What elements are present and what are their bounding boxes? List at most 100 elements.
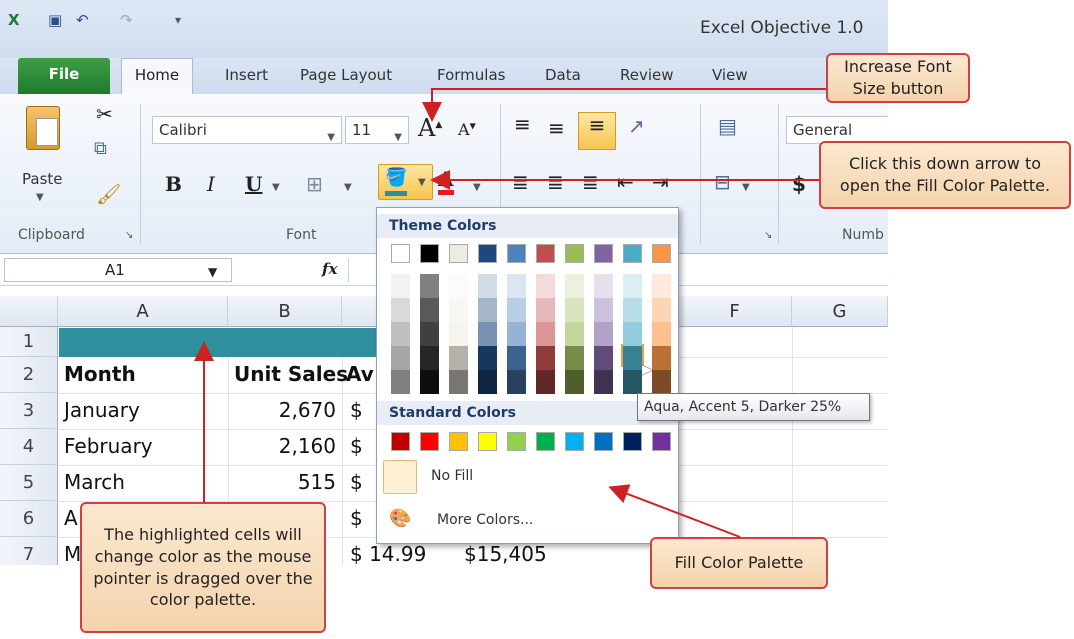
theme-shade-swatch[interactable]: [478, 346, 497, 370]
theme-shade-swatch[interactable]: [652, 322, 671, 346]
cell-c7[interactable]: $ 14.99: [350, 542, 426, 565]
font-color-icon[interactable]: A: [438, 168, 454, 195]
cell-c3[interactable]: $: [350, 398, 363, 422]
theme-shade-swatch[interactable]: [623, 274, 642, 298]
align-middle-icon[interactable]: ≡: [548, 116, 565, 140]
align-bottom-button[interactable]: ≡: [578, 112, 616, 150]
bold-button[interactable]: B: [165, 172, 182, 196]
theme-swatch[interactable]: [507, 244, 526, 263]
theme-swatch[interactable]: [536, 244, 555, 263]
theme-shade-swatch[interactable]: [507, 274, 526, 298]
cut-icon[interactable]: ✂: [96, 102, 113, 126]
column-header-f[interactable]: F: [678, 296, 792, 327]
copy-icon[interactable]: ⧉: [94, 138, 107, 159]
theme-shade-swatch[interactable]: [478, 274, 497, 298]
align-right-icon[interactable]: ≣: [582, 170, 599, 194]
cell-a5[interactable]: March: [64, 470, 125, 494]
insert-function-icon[interactable]: fx: [322, 260, 337, 278]
theme-shade-swatch[interactable]: [478, 322, 497, 346]
theme-shade-swatch[interactable]: [565, 322, 584, 346]
align-top-icon[interactable]: ≡: [514, 112, 531, 136]
tab-review[interactable]: Review: [620, 66, 674, 84]
paste-dropdown-icon[interactable]: ▼: [36, 192, 44, 203]
cell-b3[interactable]: 2,670: [228, 398, 336, 422]
tab-view[interactable]: View: [712, 66, 748, 84]
theme-shade-swatch[interactable]: [536, 346, 555, 370]
theme-shade-swatch[interactable]: [623, 370, 642, 394]
theme-swatch[interactable]: [565, 244, 584, 263]
theme-shade-swatch[interactable]: [391, 322, 410, 346]
more-colors-option[interactable]: 🎨 More Colors...: [383, 506, 673, 536]
standard-swatch[interactable]: [420, 432, 439, 451]
orientation-icon[interactable]: ↗: [628, 114, 645, 138]
theme-shade-swatch[interactable]: [623, 322, 642, 346]
theme-shade-swatch[interactable]: [594, 298, 613, 322]
theme-shade-swatch[interactable]: [391, 370, 410, 394]
theme-shade-swatch[interactable]: [536, 370, 555, 394]
tab-page-layout[interactable]: Page Layout: [300, 66, 392, 84]
cell-b5[interactable]: 515: [228, 470, 336, 494]
name-box[interactable]: A1: [4, 258, 232, 282]
cell-c4[interactable]: $: [350, 434, 363, 458]
row-header-7[interactable]: 7: [0, 537, 58, 565]
cell-a2[interactable]: Month: [64, 362, 136, 386]
theme-shade-swatch[interactable]: [623, 346, 642, 370]
theme-shade-swatch[interactable]: [652, 298, 671, 322]
currency-button[interactable]: $: [792, 172, 806, 196]
increase-font-size-icon[interactable]: A▲: [418, 114, 442, 142]
theme-shade-swatch[interactable]: [420, 274, 439, 298]
theme-shade-swatch[interactable]: [594, 370, 613, 394]
theme-swatch[interactable]: [652, 244, 671, 263]
row-header-4[interactable]: 4: [0, 429, 58, 465]
theme-shade-swatch[interactable]: [565, 298, 584, 322]
increase-indent-icon[interactable]: ⇥: [652, 170, 669, 194]
font-size-box[interactable]: 11 ▼: [345, 116, 409, 144]
standard-swatch[interactable]: [623, 432, 642, 451]
cell-a4[interactable]: February: [64, 434, 153, 458]
theme-shade-swatch[interactable]: [449, 322, 468, 346]
column-header-a[interactable]: A: [58, 296, 228, 327]
theme-shade-swatch[interactable]: [449, 298, 468, 322]
merge-dropdown-icon[interactable]: ▼: [742, 182, 750, 193]
cell-c6[interactable]: $: [350, 506, 363, 530]
tab-home[interactable]: Home: [121, 58, 193, 96]
tab-data[interactable]: Data: [545, 66, 581, 84]
theme-shade-swatch[interactable]: [449, 274, 468, 298]
theme-shade-swatch[interactable]: [391, 346, 410, 370]
theme-shade-swatch[interactable]: [507, 322, 526, 346]
font-color-dropdown-icon[interactable]: ▼: [473, 182, 481, 193]
no-fill-option[interactable]: No Fill: [383, 460, 673, 494]
alignment-launcher-icon[interactable]: ↘: [764, 230, 772, 241]
merge-center-icon[interactable]: ⊟: [714, 170, 731, 194]
theme-swatch[interactable]: [594, 244, 613, 263]
standard-swatch[interactable]: [565, 432, 584, 451]
column-header-b[interactable]: B: [228, 296, 342, 327]
standard-swatch[interactable]: [507, 432, 526, 451]
format-painter-icon[interactable]: 🖌: [96, 182, 121, 206]
theme-shade-swatch[interactable]: [565, 370, 584, 394]
theme-shade-swatch[interactable]: [623, 298, 642, 322]
cell-c5[interactable]: $: [350, 470, 363, 494]
font-name-box[interactable]: Calibri ▼: [152, 116, 342, 144]
theme-shade-swatch[interactable]: [652, 346, 671, 370]
theme-shade-swatch[interactable]: [478, 298, 497, 322]
standard-swatch[interactable]: [391, 432, 410, 451]
theme-shade-swatch[interactable]: [652, 274, 671, 298]
theme-shade-swatch[interactable]: [594, 274, 613, 298]
cell-a7[interactable]: M: [64, 542, 81, 565]
cell-a6[interactable]: A: [64, 506, 78, 530]
theme-shade-swatch[interactable]: [420, 298, 439, 322]
standard-swatch[interactable]: [449, 432, 468, 451]
standard-swatch[interactable]: [478, 432, 497, 451]
row-header-2[interactable]: 2: [0, 357, 58, 393]
theme-shade-swatch[interactable]: [507, 370, 526, 394]
cell-b2[interactable]: Unit Sales: [234, 362, 348, 386]
standard-swatch[interactable]: [652, 432, 671, 451]
number-format-box[interactable]: General: [786, 116, 888, 144]
paste-button[interactable]: Paste ▼: [20, 104, 70, 214]
borders-dropdown-icon[interactable]: ▼: [344, 182, 352, 193]
wrap-text-icon[interactable]: ▤: [718, 114, 737, 138]
theme-shade-swatch[interactable]: [507, 298, 526, 322]
underline-dropdown-icon[interactable]: ▼: [272, 182, 280, 193]
clipboard-launcher-icon[interactable]: ↘: [125, 230, 133, 241]
